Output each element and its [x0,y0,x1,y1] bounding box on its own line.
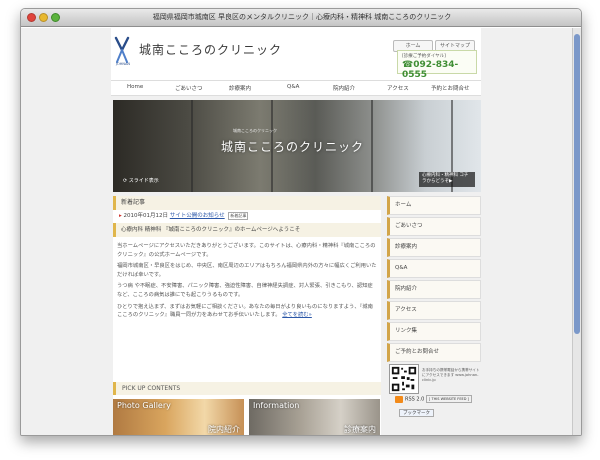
bookmark-button[interactable]: ブックマーク [399,409,434,417]
card-subtitle: 診療案内 [344,425,376,434]
logo-subtext: JOHNAN [115,62,131,66]
sidebar-item-qa[interactable]: Q&A [387,259,481,278]
browser-window: 福岡県福岡市城南区 早良区のメンタルクリニック｜心療内科・精神科 城南こころのク… [20,8,582,436]
news-date: 2010年01月12日 [123,213,169,219]
news-link[interactable]: サイト公開のお知らせ [170,213,225,219]
read-more-link[interactable]: 全てを読む» [282,312,312,318]
sidebar-item-access[interactable]: アクセス [387,301,481,320]
slide-toggle-label: スライド表示 [128,178,159,184]
rss-feed[interactable]: RSS 2.0 [ THIS WEBSITE FEED ] [395,395,472,403]
sidebar-item-greeting[interactable]: ごあいさつ [387,217,481,236]
scrollbar-thumb[interactable] [574,34,580,334]
hero-slideshow[interactable]: 城南こころのクリニック 城南こころのクリニック ⟳ スライド表示 心療内科・精神… [113,100,481,192]
sidebar-item-reservation[interactable]: ご予約とお問合せ [387,343,481,362]
sidebar-item-facility[interactable]: 院内紹介 [387,280,481,299]
nav-access[interactable]: アクセス [387,84,409,92]
hero-link-button[interactable]: 心療内科・精神科 コチラからどうぞ▶ [419,172,475,187]
rss-label: RSS 2.0 [405,396,425,403]
sidebar-item-services[interactable]: 診療案内 [387,238,481,257]
phone-number: ☎092-834-0555 [402,60,459,80]
reload-icon: ⟳ [123,178,128,184]
vertical-scrollbar[interactable] [572,28,581,435]
nav-greeting[interactable]: ごあいさつ [175,84,203,92]
sidebar: ホーム ごあいさつ 診療案内 Q&A 院内紹介 アクセス リンク集 ご予約とお問… [387,196,481,435]
rss-feed-box: [ THIS WEBSITE FEED ] [425,395,472,403]
qr-caption: お手持ちの携帯電話から携帯サイトにアクセスできます www.johnan-cli… [422,368,480,382]
nav-facility[interactable]: 院内紹介 [333,84,355,92]
bullet-icon: ▸ [119,213,122,219]
hero-sign-text: 城南こころのクリニック [233,128,277,133]
card-title: Information [253,401,300,410]
global-nav: Home ごあいさつ 診療案内 Q&A 院内紹介 アクセス 予約とお問合せ [111,80,481,96]
site-header: JOHNAN 城南こころのクリニック ホーム サイトマップ [診療ご予約ダイヤル]… [111,28,481,80]
hero-title: 城南こころのクリニック [221,140,365,154]
sidebar-item-home[interactable]: ホーム [387,196,481,215]
main-column: 新着記事 ▸ 2010年01月12日 サイト公開のお知らせ 新着記事 心療内科 … [113,196,381,435]
news-badge: 新着記事 [228,212,249,220]
nav-qa[interactable]: Q&A [287,84,299,90]
clinic-logo-icon[interactable] [113,36,131,64]
nav-reservation[interactable]: 予約とお問合せ [431,84,470,92]
title-bar: 福岡県福岡市城南区 早良区のメンタルクリニック｜心療内科・精神科 城南こころのク… [21,9,581,27]
news-heading: 新着記事 [113,196,381,210]
phone-box: [診療ご予約ダイヤル] ☎092-834-0555 [397,50,477,80]
rss-icon [395,395,403,403]
sidebar-item-links[interactable]: リンク集 [387,322,481,341]
phone-caption: [診療ご予約ダイヤル] [402,54,446,59]
qr-code-icon [389,364,419,394]
welcome-paragraph: うつ病 や不眠症、不安障害、パニック障害、強迫性障害、自律神経失調症、対人緊張、… [117,283,373,298]
web-page: JOHNAN 城南こころのクリニック ホーム サイトマップ [診療ご予約ダイヤル]… [111,28,481,435]
nav-services[interactable]: 診療案内 [229,84,251,92]
welcome-paragraph: 当ホームページにアクセスいただきありがとうございます。このサイトは、心療内科・精… [117,243,376,258]
mobile-site-qr: お手持ちの携帯電話から携帯サイトにアクセスできます www.johnan-cli… [387,364,481,396]
welcome-paragraph: ひとりで抱え込まず、まずはお気軽にご相談ください。あなたの毎日がより良いものにな… [117,303,377,320]
photo-gallery-card[interactable]: Photo Gallery 院内紹介 [113,399,244,435]
welcome-paragraph: 福岡市城南区・早良区をはじめ、中央区、南区周辺のエリアはもちろん福岡県内外の方々… [117,263,377,278]
news-item: ▸ 2010年01月12日 サイト公開のお知らせ 新着記事 [113,210,381,223]
window-title: 福岡県福岡市城南区 早良区のメンタルクリニック｜心療内科・精神科 城南こころのク… [152,13,452,21]
nav-home[interactable]: Home [127,84,143,90]
welcome-body: 当ホームページにアクセスいただきありがとうございます。このサイトは、心療内科・精… [113,237,381,320]
page-viewport: JOHNAN 城南こころのクリニック ホーム サイトマップ [診療ご予約ダイヤル]… [21,28,574,435]
pickup-heading: PICK UP CONTENTS [113,382,381,395]
top-links: ホーム サイトマップ [393,32,477,52]
card-subtitle: 院内紹介 [208,425,240,434]
slide-toggle-button[interactable]: ⟳ スライド表示 [123,177,159,184]
card-title: Photo Gallery [117,401,171,410]
site-name[interactable]: 城南こころのクリニック [139,41,282,58]
welcome-heading: 心療内科 精神科 『城南こころのクリニック』のホームページへようこそ [113,223,381,237]
information-card[interactable]: Information 診療案内 [249,399,380,435]
welcome-paragraph-text: ひとりで抱え込まず、まずはお気軽にご相談ください。あなたの毎日がより良いものにな… [117,303,373,319]
